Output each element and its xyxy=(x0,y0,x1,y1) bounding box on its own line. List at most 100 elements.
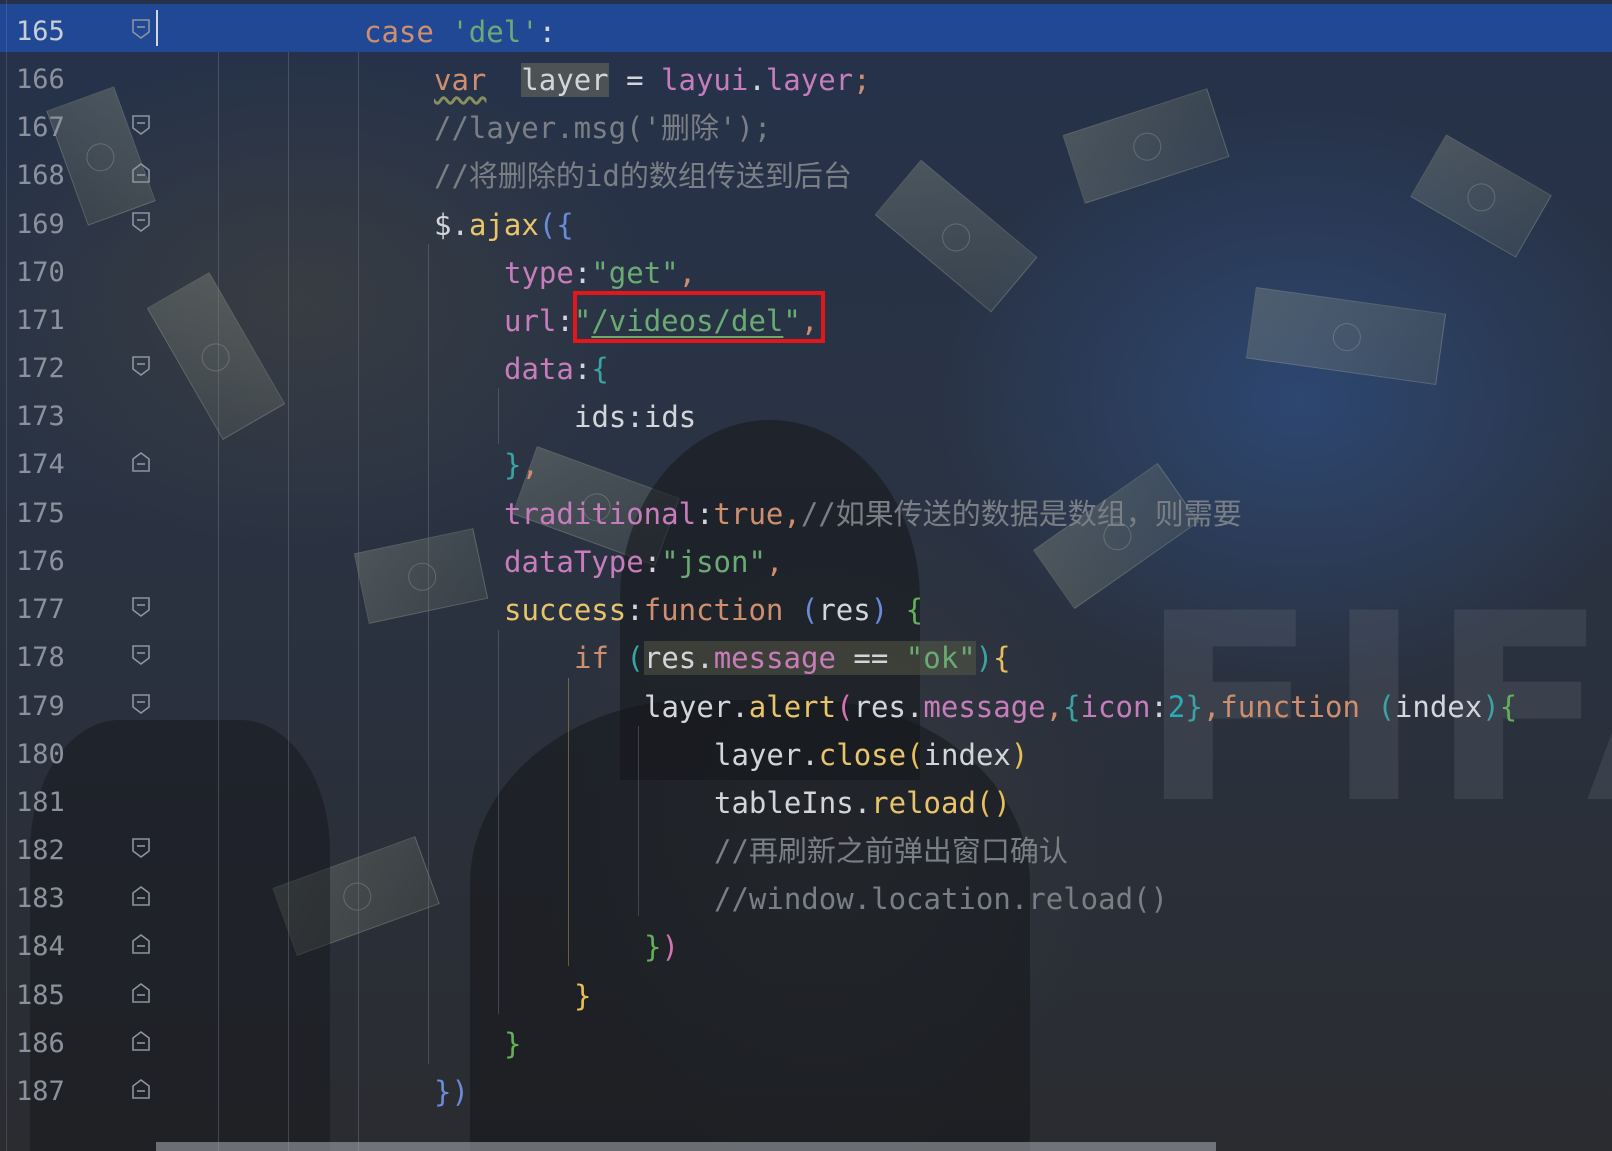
line-number[interactable]: 169 xyxy=(16,197,65,245)
code-token: close xyxy=(818,738,907,772)
code-line[interactable]: 185 } xyxy=(0,968,1612,1016)
line-number[interactable]: 168 xyxy=(16,148,65,196)
line-number[interactable]: 180 xyxy=(16,727,65,775)
line-number[interactable]: 177 xyxy=(16,582,65,630)
code-line[interactable]: 175 traditional:true,//如果传送的数据是数组，则需要 xyxy=(0,486,1612,534)
code-text[interactable]: ids:ids xyxy=(574,389,696,437)
code-token: () xyxy=(975,786,1011,820)
code-token: . xyxy=(451,208,469,242)
fold-marker-icon[interactable] xyxy=(131,596,151,618)
code-line[interactable]: 165 case 'del': xyxy=(0,4,1612,52)
code-text[interactable]: }, xyxy=(504,437,539,485)
code-line[interactable]: 169 $.ajax({ xyxy=(0,197,1612,245)
line-number[interactable]: 175 xyxy=(16,486,65,534)
line-number[interactable]: 178 xyxy=(16,630,65,678)
code-token: 'del' xyxy=(451,15,539,49)
line-number[interactable]: 185 xyxy=(16,968,65,1016)
horizontal-scrollbar[interactable] xyxy=(156,1142,1216,1151)
fold-marker-icon[interactable] xyxy=(131,355,151,377)
code-line[interactable]: 179 layer.alert(res.message,{icon:2},fun… xyxy=(0,679,1612,727)
code-line[interactable]: 177 success:function (res) { xyxy=(0,582,1612,630)
code-token: : xyxy=(1150,690,1168,724)
code-line[interactable]: 187 }) xyxy=(0,1064,1612,1112)
line-number[interactable]: 172 xyxy=(16,341,65,389)
code-text[interactable]: success:function (res) { xyxy=(504,582,923,630)
code-token: } xyxy=(434,1075,452,1109)
code-token: success xyxy=(504,593,627,627)
fold-marker-icon[interactable] xyxy=(131,1078,151,1100)
code-text[interactable]: layer.alert(res.message,{icon:2},functio… xyxy=(644,679,1517,727)
line-number[interactable]: 166 xyxy=(16,52,65,100)
fold-marker-icon[interactable] xyxy=(131,162,151,184)
code-line[interactable]: 170 type:"get", xyxy=(0,245,1612,293)
fold-marker-icon[interactable] xyxy=(131,18,151,40)
line-number[interactable]: 167 xyxy=(16,100,65,148)
line-number[interactable]: 182 xyxy=(16,823,65,871)
line-number[interactable]: 183 xyxy=(16,871,65,919)
code-text[interactable]: dataType:"json", xyxy=(504,534,783,582)
code-line[interactable]: 186 } xyxy=(0,1016,1612,1064)
fold-marker-icon[interactable] xyxy=(131,885,151,907)
code-text[interactable]: }) xyxy=(434,1064,469,1112)
code-token: reload xyxy=(871,786,976,820)
code-token: if xyxy=(574,641,609,675)
line-number[interactable]: 171 xyxy=(16,293,65,341)
line-number[interactable]: 173 xyxy=(16,389,65,437)
code-token: : xyxy=(573,352,592,386)
fold-marker-icon[interactable] xyxy=(131,1030,151,1052)
code-text[interactable]: var layer = layui.layer; xyxy=(434,52,871,100)
code-line[interactable]: 172 data:{ xyxy=(0,341,1612,389)
line-number[interactable]: 170 xyxy=(16,245,65,293)
code-comment[interactable]: //再刷新之前弹出窗口确认 xyxy=(714,823,1068,871)
fold-marker-icon[interactable] xyxy=(131,933,151,955)
fold-marker-icon[interactable] xyxy=(131,451,151,473)
fold-marker-icon[interactable] xyxy=(131,211,151,233)
code-comment[interactable]: //将删除的id的数组传送到后台 xyxy=(434,148,852,196)
code-line[interactable]: 174 }, xyxy=(0,437,1612,485)
line-number[interactable]: 176 xyxy=(16,534,65,582)
code-text[interactable]: if (res.message == "ok"){ xyxy=(574,630,1011,678)
code-line[interactable]: 178 if (res.message == "ok"){ xyxy=(0,630,1612,678)
code-text[interactable]: data:{ xyxy=(504,341,609,389)
code-text[interactable]: }) xyxy=(644,919,679,967)
code-text[interactable]: layer.close(index) xyxy=(714,727,1028,775)
fold-marker-icon[interactable] xyxy=(131,837,151,859)
code-line[interactable]: 183 //window.location.reload() xyxy=(0,871,1612,919)
code-text[interactable]: case 'del': xyxy=(364,4,556,52)
code-line[interactable]: 166 var layer = layui.layer; xyxy=(0,52,1612,100)
code-text[interactable]: traditional:true,//如果传送的数据是数组，则需要 xyxy=(504,486,1242,534)
fold-marker-icon[interactable] xyxy=(131,693,151,715)
code-line[interactable]: 180 layer.close(index) xyxy=(0,727,1612,775)
code-token: res xyxy=(643,641,697,675)
code-line[interactable]: 184 }) xyxy=(0,919,1612,967)
code-token: ) xyxy=(1482,690,1500,724)
line-number[interactable]: 186 xyxy=(16,1016,65,1064)
fold-marker-icon[interactable] xyxy=(131,114,151,136)
line-number[interactable]: 187 xyxy=(16,1064,65,1112)
code-text[interactable]: tableIns.reload() xyxy=(714,775,1011,823)
code-token: { xyxy=(905,593,924,627)
code-token: res xyxy=(853,690,906,724)
code-comment[interactable]: //window.location.reload() xyxy=(714,871,1168,919)
code-line[interactable]: 176 dataType:"json", xyxy=(0,534,1612,582)
line-number[interactable]: 181 xyxy=(16,775,65,823)
code-text[interactable]: } xyxy=(504,1016,521,1064)
line-number[interactable]: 184 xyxy=(16,919,65,967)
code-editor[interactable]: FIFA 165 case 'del': 166 var layer = lay… xyxy=(0,0,1612,1151)
line-number[interactable]: 179 xyxy=(16,679,65,727)
fold-marker-icon[interactable] xyxy=(131,982,151,1004)
code-token: } xyxy=(1185,690,1203,724)
code-line[interactable]: 181 tableIns.reload() xyxy=(0,775,1612,823)
code-line[interactable]: 173 ids:ids xyxy=(0,389,1612,437)
code-text[interactable]: $.ajax({ xyxy=(434,197,574,245)
code-comment[interactable]: //layer.msg('删除'); xyxy=(434,100,771,148)
line-number[interactable]: 174 xyxy=(16,437,65,485)
code-token: ( xyxy=(538,208,557,242)
line-number[interactable]: 165 xyxy=(16,4,65,52)
code-text[interactable]: } xyxy=(574,968,591,1016)
code-line[interactable]: 167 //layer.msg('删除'); xyxy=(0,100,1612,148)
code-line[interactable]: 168 //将删除的id的数组传送到后台 xyxy=(0,148,1612,196)
code-line[interactable]: 182 //再刷新之前弹出窗口确认 xyxy=(0,823,1612,871)
code-text[interactable]: type:"get", xyxy=(504,245,696,293)
fold-marker-icon[interactable] xyxy=(131,644,151,666)
